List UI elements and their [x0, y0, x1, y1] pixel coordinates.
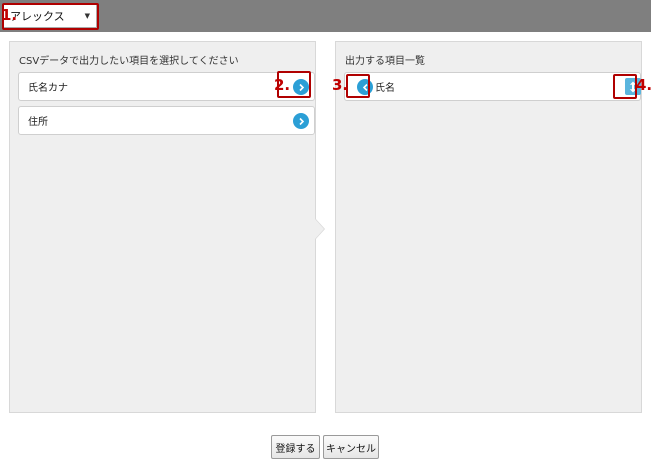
- annotation-number-1: 1.: [1, 6, 18, 24]
- annotation-number-4: 4.: [636, 76, 651, 94]
- available-field-item[interactable]: 住所: [18, 106, 315, 135]
- available-field-label: 氏名カナ: [28, 83, 68, 94]
- output-fields-title: 出力する項目一覧: [345, 56, 425, 67]
- output-field-item[interactable]: 氏名: [344, 72, 641, 101]
- annotation-number-3: 3.: [332, 76, 349, 94]
- cancel-button[interactable]: キャンセル: [323, 435, 379, 459]
- annotation-number-2: 2.: [274, 76, 291, 94]
- highlight-box-3: [346, 74, 370, 98]
- available-field-label: 住所: [28, 117, 48, 128]
- available-fields-title: CSVデータで出力したい項目を選択してください: [19, 56, 239, 67]
- chevron-right-icon: [298, 117, 304, 125]
- output-fields-panel: 出力する項目一覧 氏名: [335, 41, 642, 413]
- add-field-button[interactable]: [293, 113, 309, 129]
- panel-arrow: [315, 219, 324, 239]
- output-field-label: 氏名: [375, 83, 395, 94]
- available-fields-panel: CSVデータで出力したい項目を選択してください 氏名カナ 住所: [9, 41, 316, 413]
- highlight-box-4: [613, 74, 637, 99]
- available-field-item[interactable]: 氏名カナ: [18, 72, 315, 101]
- register-button[interactable]: 登録する: [271, 435, 320, 459]
